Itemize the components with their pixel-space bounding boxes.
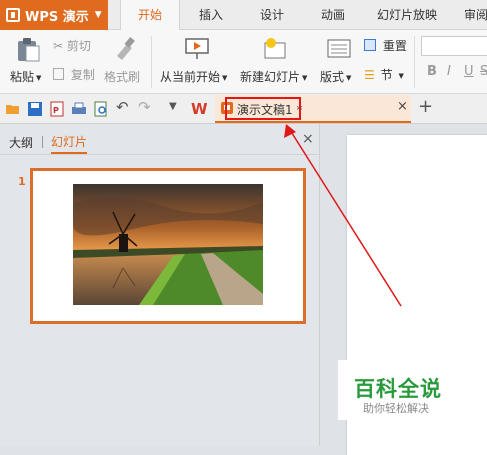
underline-button[interactable]: U	[464, 64, 474, 79]
chevron-down-icon: ▼	[222, 73, 228, 82]
svg-text:P: P	[53, 106, 59, 115]
copy-button[interactable]: 复制	[53, 66, 95, 83]
reset-icon	[364, 39, 376, 51]
bold-button[interactable]: B	[427, 64, 437, 79]
reset-button[interactable]: 重置	[364, 37, 407, 54]
italic-button[interactable]: I	[447, 64, 451, 79]
undo-icon[interactable]: ↶	[116, 98, 132, 116]
layout-button[interactable]: 版式 ▼	[318, 34, 360, 90]
chevron-down-icon: ▼	[302, 73, 308, 82]
layout-label: 版式	[320, 70, 345, 84]
clipboard-icon	[18, 38, 40, 62]
format-painter-label: 格式刷	[104, 70, 141, 84]
section-icon: ☰	[364, 68, 375, 82]
strikethrough-button[interactable]: S	[480, 64, 487, 79]
section-label: 节	[380, 68, 393, 82]
dropdown-icon[interactable]: ▼	[169, 101, 185, 117]
windmill-landscape-image	[73, 184, 263, 305]
chevron-down-icon: ▼	[398, 71, 404, 80]
print-icon[interactable]	[71, 101, 87, 117]
play-from-current-label: 从当前开始	[160, 70, 221, 84]
chevron-down-icon: ▼	[94, 10, 102, 20]
close-tab-icon[interactable]: ×	[397, 99, 408, 114]
section-button[interactable]: ☰ 节 ▼	[364, 66, 404, 83]
new-slide-icon	[264, 38, 286, 59]
print-preview-icon[interactable]	[93, 101, 109, 117]
new-slide-label: 新建幻灯片	[240, 70, 301, 84]
tab-divider	[42, 136, 43, 148]
paintbrush-icon	[117, 37, 135, 60]
tab-review[interactable]: 审阅	[456, 0, 487, 30]
slide-thumbnail[interactable]	[30, 168, 306, 324]
slides-panel: 大纲 幻灯片 × 1	[0, 124, 320, 446]
app-name: WPS 演示	[25, 9, 89, 25]
tab-slides[interactable]: 幻灯片	[51, 133, 88, 154]
tab-home[interactable]: 开始	[120, 0, 180, 31]
paste-label: 粘贴	[10, 70, 35, 84]
paste-button[interactable]: 粘贴 ▼	[8, 34, 48, 90]
cut-label: 剪切	[66, 39, 91, 53]
app-menu-button[interactable]: WPS 演示 ▼	[0, 0, 108, 30]
wps-logo-icon	[6, 8, 20, 22]
annotation-highlight-box	[225, 97, 301, 120]
chevron-down-icon: ▼	[346, 73, 352, 82]
redo-icon[interactable]: ↷	[138, 98, 154, 116]
open-icon[interactable]	[5, 101, 21, 117]
play-from-current-button[interactable]: 从当前开始 ▼	[158, 34, 238, 90]
copy-label: 复制	[70, 68, 95, 82]
tab-animation[interactable]: 动画	[308, 0, 358, 30]
menu-bar: WPS 演示 ▼ 开始 插入 设计 动画 幻灯片放映 审阅	[0, 0, 487, 31]
ribbon-divider	[414, 36, 415, 88]
tab-slideshow[interactable]: 幻灯片放映	[368, 0, 446, 30]
ribbon-divider	[151, 36, 152, 88]
tab-design[interactable]: 设计	[246, 0, 298, 30]
wps-w-icon[interactable]: W	[191, 100, 208, 118]
scissors-icon: ✂	[53, 39, 64, 53]
font-name-input[interactable]	[421, 36, 487, 56]
slide-number: 1	[18, 175, 26, 188]
new-tab-button[interactable]: +	[418, 96, 433, 117]
reset-label: 重置	[382, 39, 407, 53]
copy-icon	[53, 68, 64, 80]
format-painter-button[interactable]: 格式刷	[102, 34, 146, 90]
save-icon[interactable]	[27, 101, 43, 117]
tab-outline[interactable]: 大纲	[9, 134, 33, 151]
cut-button[interactable]: ✂ 剪切	[53, 37, 91, 54]
chevron-down-icon: ▼	[36, 73, 42, 82]
projector-icon	[185, 38, 209, 59]
layout-icon	[327, 39, 351, 58]
watermark-logo: 百科全说 助你轻松解决	[338, 360, 487, 420]
close-panel-icon[interactable]: ×	[302, 131, 314, 147]
export-pdf-icon[interactable]: P	[49, 101, 65, 117]
new-slide-button[interactable]: 新建幻灯片 ▼	[238, 34, 314, 90]
tab-insert[interactable]: 插入	[186, 0, 236, 30]
watermark-subtitle: 助你轻松解决	[363, 402, 429, 415]
panel-divider	[0, 154, 320, 155]
watermark-title: 百科全说	[354, 377, 442, 401]
ribbon-toolbar: 粘贴 ▼ ✂ 剪切 复制 格式刷 从当前开始 ▼ 新建幻灯片 ▼ 版式 ▼ 重置…	[0, 30, 487, 94]
